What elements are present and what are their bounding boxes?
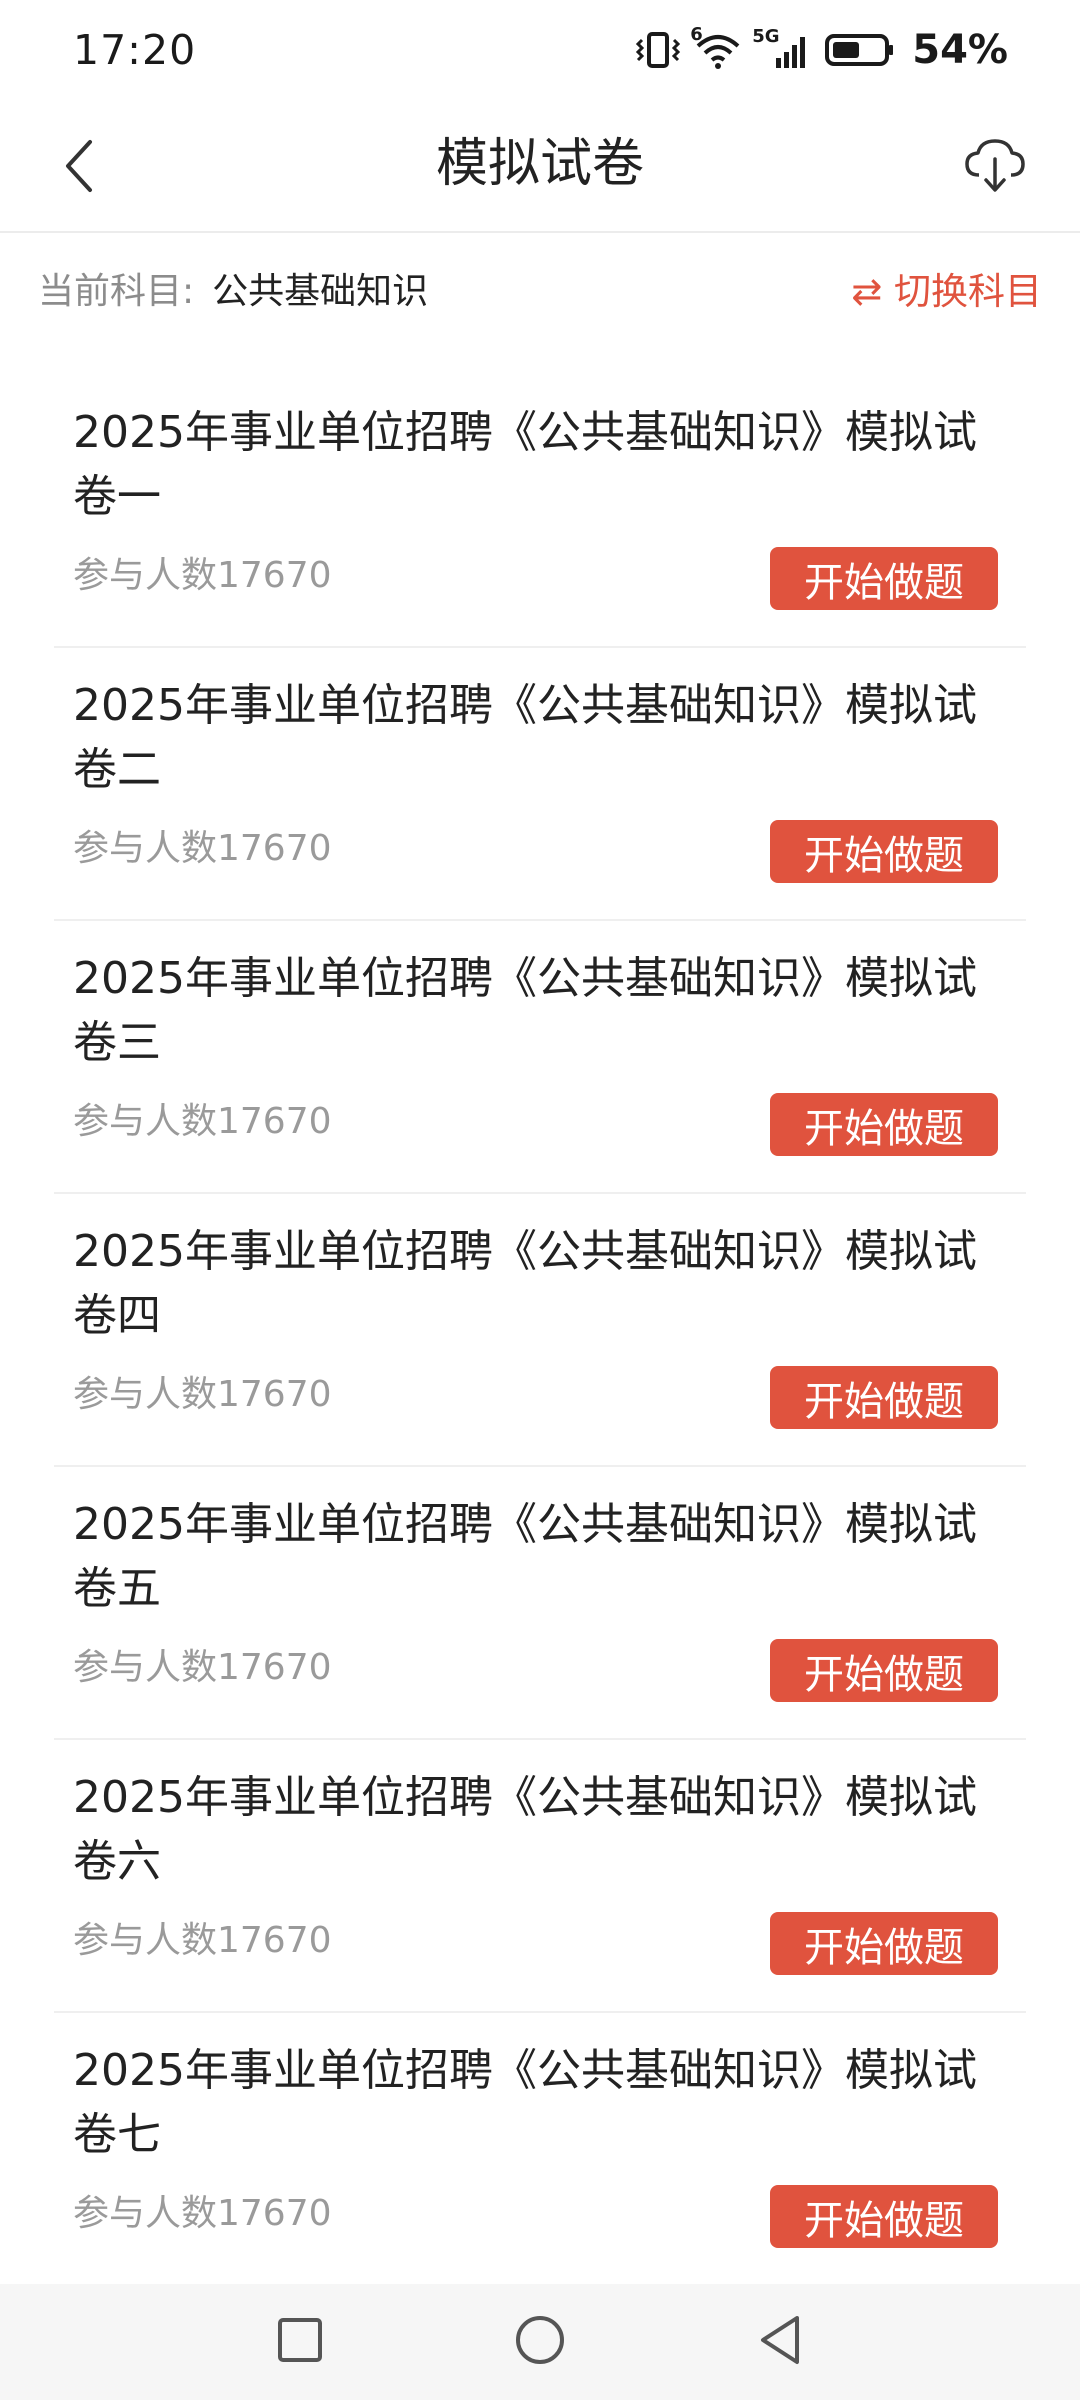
participant-count: 参与人数17670 — [73, 1101, 332, 1142]
participant-count: 参与人数17670 — [73, 555, 332, 596]
system-nav-bar — [0, 2284, 1080, 2400]
cloud-download-icon — [963, 135, 1027, 199]
paper-title: 2025年事业单位招聘《公共基础知识》模拟试卷二 — [73, 680, 977, 795]
start-quiz-button[interactable]: 开始做题 — [770, 1912, 998, 1975]
status-bar: 17:20 6 5G 54% — [0, 0, 1080, 100]
start-quiz-button[interactable]: 开始做题 — [770, 820, 998, 883]
subject-value: 公共基础知识 — [212, 271, 429, 312]
recents-button[interactable] — [265, 2307, 335, 2377]
start-quiz-button[interactable]: 开始做题 — [770, 2185, 998, 2248]
download-button[interactable] — [950, 122, 1040, 212]
header: 模拟试卷 — [0, 100, 1080, 233]
paper-item[interactable]: 2025年事业单位招聘《公共基础知识》模拟试卷四 参与人数17670 开始做题 — [54, 1194, 1026, 1467]
subject-label: 当前科目: — [38, 271, 195, 312]
paper-title: 2025年事业单位招聘《公共基础知识》模拟试卷七 — [73, 2045, 977, 2160]
recents-square-icon — [275, 2315, 325, 2369]
paper-item[interactable]: 2025年事业单位招聘《公共基础知识》模拟试卷三 参与人数17670 开始做题 — [54, 921, 1026, 1194]
home-button[interactable] — [505, 2307, 575, 2377]
wifi-icon: 6 — [690, 24, 742, 70]
status-icons: 6 5G 54% — [634, 24, 1008, 73]
home-circle-icon — [513, 2313, 567, 2371]
paper-list: 2025年事业单位招聘《公共基础知识》模拟试卷一 参与人数17670 开始做题 … — [0, 375, 1080, 2286]
paper-title: 2025年事业单位招聘《公共基础知识》模拟试卷五 — [73, 1499, 977, 1614]
page-title: 模拟试卷 — [435, 134, 644, 194]
switch-subject-label: ⇄ 切换科目 — [851, 270, 1042, 313]
paper-item[interactable]: 2025年事业单位招聘《公共基础知识》模拟试卷一 参与人数17670 开始做题 — [54, 375, 1026, 648]
participant-count: 参与人数17670 — [73, 1920, 332, 1961]
system-back-button[interactable] — [745, 2307, 815, 2377]
wifi-badge: 6 — [690, 24, 703, 45]
start-quiz-button[interactable]: 开始做题 — [770, 1093, 998, 1156]
switch-subject-button[interactable]: ⇄ 切换科目 — [851, 261, 1042, 315]
back-triangle-icon — [755, 2313, 805, 2371]
participant-count: 参与人数17670 — [73, 2193, 332, 2234]
battery-icon — [824, 30, 896, 70]
paper-title: 2025年事业单位招聘《公共基础知识》模拟试卷六 — [73, 1772, 977, 1887]
battery-percent: 54% — [912, 27, 1008, 73]
paper-title: 2025年事业单位招聘《公共基础知识》模拟试卷一 — [73, 407, 977, 522]
paper-item[interactable]: 2025年事业单位招聘《公共基础知识》模拟试卷六 参与人数17670 开始做题 — [54, 1740, 1026, 2013]
participant-count: 参与人数17670 — [73, 828, 332, 869]
start-quiz-button[interactable]: 开始做题 — [770, 1639, 998, 1702]
paper-item[interactable]: 2025年事业单位招聘《公共基础知识》模拟试卷五 参与人数17670 开始做题 — [54, 1467, 1026, 1740]
status-time: 17:20 — [73, 26, 197, 74]
screen: 17:20 6 5G 54% 模拟试卷 当前科目: 公共基础知识 ⇄ 切换科目 … — [0, 0, 1080, 2400]
paper-item[interactable]: 2025年事业单位招聘《公共基础知识》模拟试卷七 参与人数17670 开始做题 — [54, 2013, 1026, 2286]
participant-count: 参与人数17670 — [73, 1374, 332, 1415]
subject-bar: 当前科目: 公共基础知识 ⇄ 切换科目 — [0, 233, 1080, 343]
start-quiz-button[interactable]: 开始做题 — [770, 547, 998, 610]
participant-count: 参与人数17670 — [73, 1647, 332, 1688]
start-quiz-button[interactable]: 开始做题 — [770, 1366, 998, 1429]
signal-5g-icon: 5G — [752, 26, 814, 70]
paper-title: 2025年事业单位招聘《公共基础知识》模拟试卷三 — [73, 953, 977, 1068]
network-label: 5G — [752, 26, 780, 47]
paper-item[interactable]: 2025年事业单位招聘《公共基础知识》模拟试卷二 参与人数17670 开始做题 — [54, 648, 1026, 921]
paper-title: 2025年事业单位招聘《公共基础知识》模拟试卷四 — [73, 1226, 977, 1341]
vibrate-icon — [634, 30, 684, 70]
